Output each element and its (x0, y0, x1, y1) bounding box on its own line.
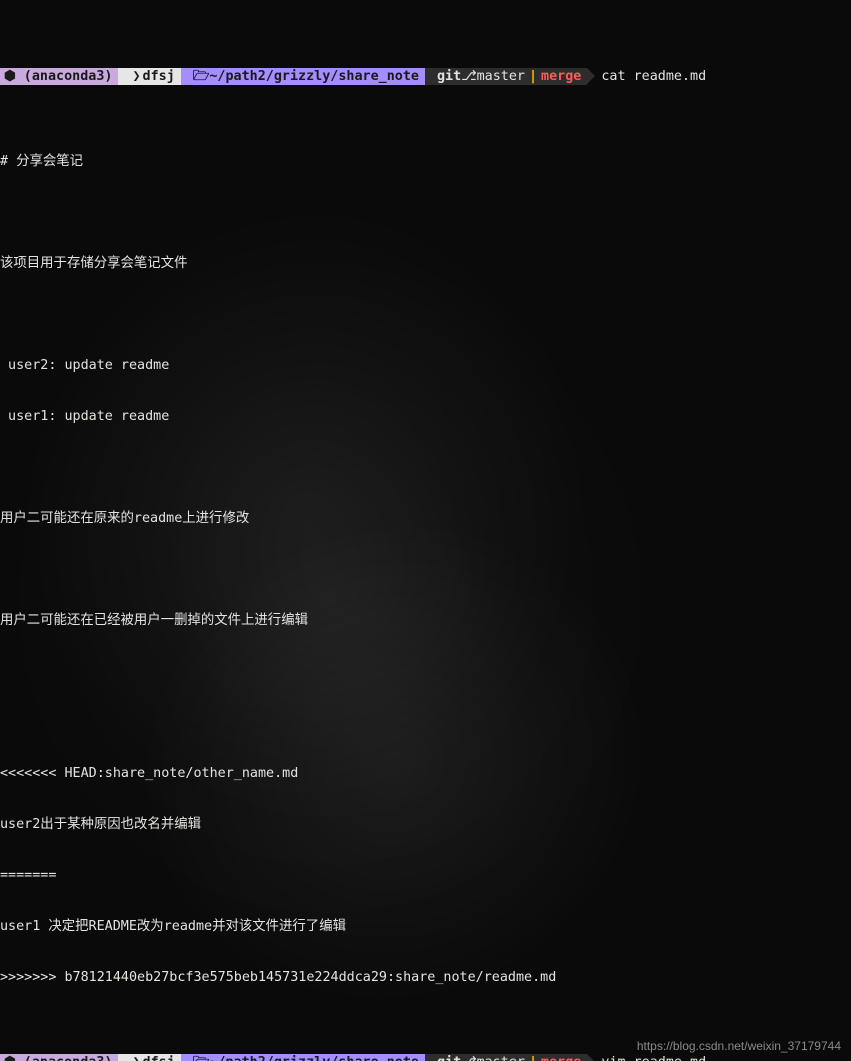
path-segment: 🗁~/path2/grizzly/share_note (181, 68, 425, 85)
folder-icon: 🗁 (193, 68, 210, 85)
watermark: https://blog.csdn.net/weixin_37179744 (637, 1038, 841, 1055)
branch-icon: ⎇ (461, 68, 476, 85)
output-line: 用户二可能还在已经被用户一删掉的文件上进行编辑 (0, 612, 851, 629)
command-text: vim readme.md (587, 1054, 706, 1061)
git-segment: git ⎇ master | merge (425, 68, 587, 85)
conflict-marker-head: <<<<<<< HEAD:share_note/other_name.md (0, 765, 851, 782)
prompt-line: ⬢ (anaconda3) ❯dfsj 🗁~/path2/grizzly/sha… (0, 1054, 851, 1061)
command-text: cat readme.md (587, 68, 706, 85)
output-line: 用户二可能还在原来的readme上进行修改 (0, 510, 851, 527)
conflict-marker-sep: ======= (0, 867, 851, 884)
output-line: 该项目用于存储分享会笔记文件 (0, 255, 851, 272)
host-segment: ❯dfsj (118, 68, 180, 85)
output-line: # 分享会笔记 (0, 153, 851, 170)
output-line: user1 决定把README改为readme并对该文件进行了编辑 (0, 918, 851, 935)
env-segment: ⬢ (anaconda3) (0, 68, 118, 85)
output-line: user2: update readme (0, 357, 851, 374)
terminal[interactable]: ⬢ (anaconda3) ❯dfsj 🗁~/path2/grizzly/sha… (0, 0, 851, 1061)
output-line: user2出于某种原因也改名并编辑 (0, 816, 851, 833)
prompt-line: ⬢ (anaconda3) ❯dfsj 🗁~/path2/grizzly/sha… (0, 68, 851, 85)
conflict-marker-incoming: >>>>>>> b78121440eb27bcf3e575beb145731e2… (0, 969, 851, 986)
output-line: user1: update readme (0, 408, 851, 425)
